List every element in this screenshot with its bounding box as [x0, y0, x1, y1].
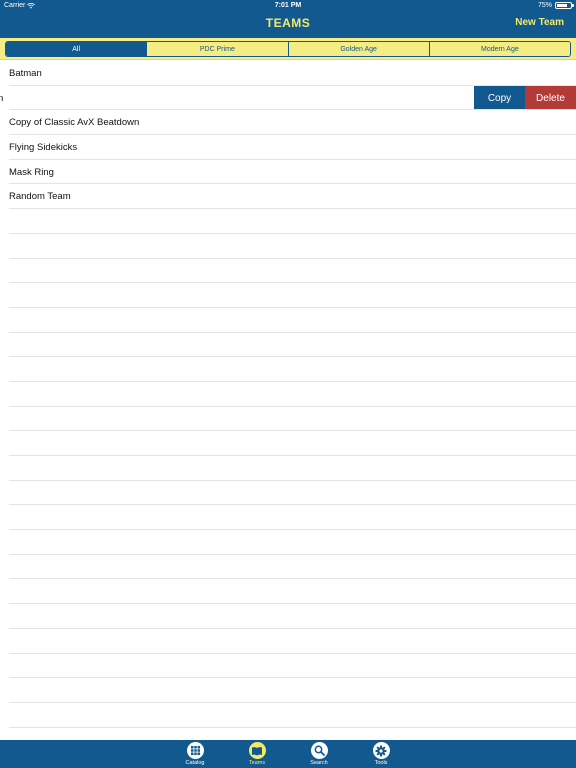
team-row[interactable]: Mask Ring [0, 160, 576, 185]
empty-row [0, 481, 576, 506]
battery-indicator: 75% [537, 2, 574, 9]
team-row[interactable]: Copy of Classic AvX Beatdown [0, 110, 576, 136]
empty-row [0, 283, 576, 308]
new-team-button[interactable]: New Team [515, 17, 564, 28]
gear-icon [372, 742, 390, 759]
navigation-header: Carrier 7:01 PM 75% TEAMS New Team [0, 0, 576, 38]
empty-row [0, 703, 576, 728]
segment-pdc-prime[interactable]: PDC Prime [146, 42, 288, 56]
swipe-actions: Copy Delete [474, 85, 576, 111]
team-name: Copy of Classic AvX Beatdown [9, 117, 140, 129]
empty-row [0, 382, 576, 407]
segment-modern-age[interactable]: Modern Age [428, 42, 570, 56]
team-row-swiped[interactable]: n Copy Delete [0, 85, 576, 111]
tab-catalog[interactable]: Catalog [164, 740, 226, 768]
empty-row [0, 234, 576, 259]
empty-row [0, 505, 576, 531]
search-icon [310, 742, 328, 759]
tab-search[interactable]: Search [288, 740, 350, 768]
teams-list[interactable]: Batman n Copy Delete Copy of Classic AvX… [0, 61, 576, 740]
empty-row [0, 654, 576, 679]
team-name: Mask Ring [9, 166, 54, 178]
empty-row [0, 431, 576, 456]
tab-label: Search [310, 760, 328, 766]
empty-rows [0, 209, 576, 728]
status-bar: Carrier 7:01 PM 75% [0, 0, 576, 12]
teams-book-icon [248, 742, 266, 759]
empty-row [0, 357, 576, 382]
tab-label: Catalog [185, 760, 205, 766]
tab-teams[interactable]: Teams [226, 740, 288, 768]
team-name: n [0, 92, 4, 104]
empty-row [0, 259, 576, 284]
empty-row [0, 456, 576, 481]
empty-row [0, 678, 576, 703]
page-title: TEAMS [265, 16, 311, 30]
catalog-grid-icon [186, 742, 204, 759]
tab-tools[interactable]: Tools [350, 740, 412, 768]
segment-golden-age[interactable]: Golden Age [287, 42, 429, 56]
empty-row [0, 604, 576, 629]
status-time: 7:01 PM [274, 2, 302, 9]
team-row[interactable]: Batman [0, 61, 576, 86]
team-name: Flying Sidekicks [9, 141, 78, 153]
battery-fill [557, 4, 567, 7]
segment-all[interactable]: All [6, 42, 147, 56]
delete-button[interactable]: Delete [525, 85, 576, 111]
empty-row [0, 530, 576, 555]
battery-icon [555, 2, 574, 9]
copy-button[interactable]: Copy [474, 85, 525, 111]
empty-row [0, 333, 576, 358]
empty-row [0, 209, 576, 234]
battery-percent: 75% [537, 2, 552, 9]
segmented-control: All PDC Prime Golden Age Modern Age [5, 41, 571, 57]
empty-row [0, 555, 576, 580]
tab-bar: Catalog Teams Search Tools [0, 740, 576, 768]
tab-label: Teams [248, 760, 266, 766]
empty-row [0, 579, 576, 605]
tab-label: Tools [374, 760, 388, 766]
team-row[interactable]: Flying Sidekicks [0, 135, 576, 160]
team-row[interactable]: Random Team [0, 184, 576, 210]
empty-row [0, 629, 576, 654]
empty-row [0, 407, 576, 432]
team-name: Random Team [9, 191, 71, 203]
empty-row [0, 308, 576, 333]
filter-segment-bar: All PDC Prime Golden Age Modern Age [0, 38, 576, 60]
team-name: Batman [9, 67, 42, 79]
